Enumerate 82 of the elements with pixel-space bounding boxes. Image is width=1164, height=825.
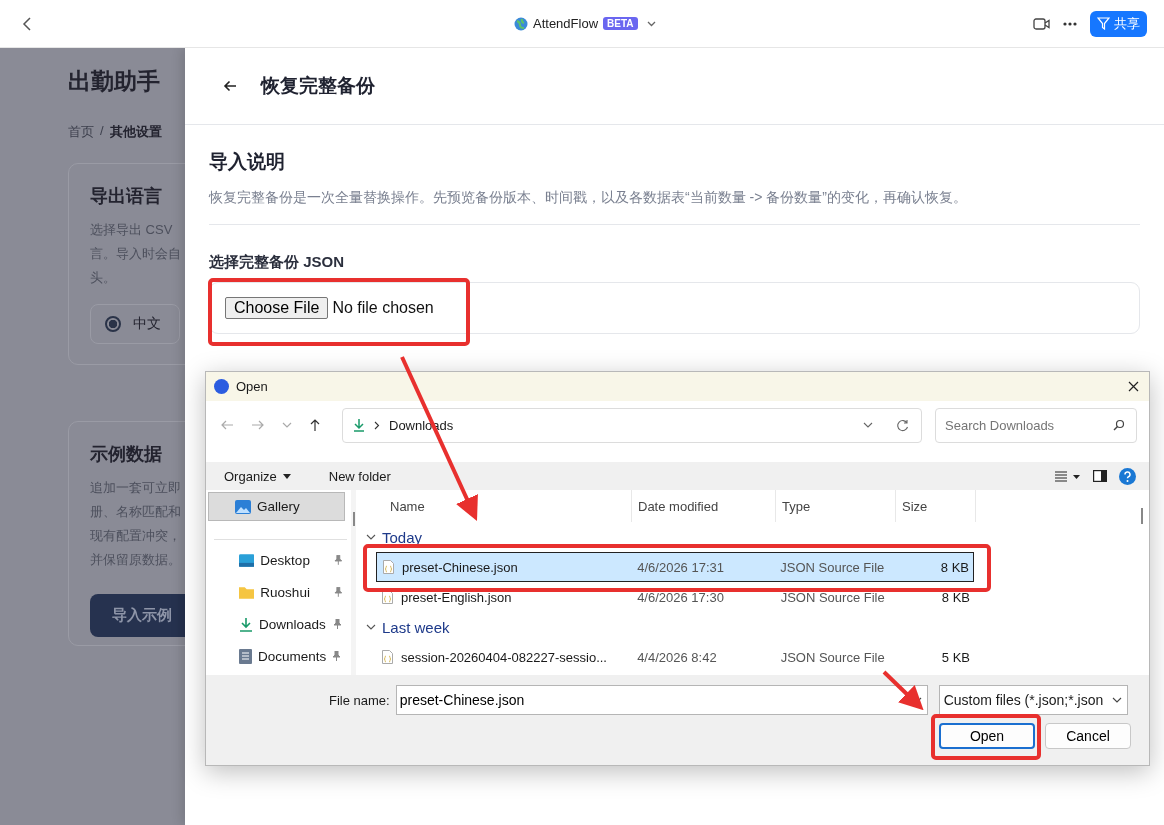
globe-icon [514,16,528,31]
preview-pane-icon[interactable] [1093,470,1107,482]
search-icon[interactable] [1113,418,1125,431]
group-header[interactable]: Today [360,522,1149,552]
file-row[interactable]: session-20260404-082227-sessio... 4/4/2026 8:42 JSON Source File 5 KB [376,642,974,672]
field-label: 选择完整备份 JSON [209,253,345,272]
share-button[interactable]: 共享 [1090,10,1147,37]
file-name: session-20260404-082227-sessio... [401,649,607,665]
file-size: 5 KB [940,649,971,665]
search-field[interactable]: Search Downloads [935,407,1137,443]
nav-item[interactable]: Downloads [206,608,343,640]
desktop-icon [239,553,255,567]
file-name-field[interactable]: preset-Chinese.json [395,685,928,715]
file-type: JSON Source File [779,649,886,665]
nav-label: Desktop [260,552,311,568]
file-row[interactable]: preset-English.json 4/6/2026 17:30 JSON Source File 8 KB [376,582,974,612]
section-title: 导入说明 [209,150,286,174]
nav-item[interactable]: Documents [206,640,343,672]
column-header[interactable]: Date modified [632,490,776,522]
nav-item[interactable]: Ruoshui [206,576,343,608]
choose-file-button[interactable]: Choose File [225,297,329,319]
open-button[interactable]: Open [939,723,1035,749]
card-title: 示例数据 [90,443,163,466]
file-row[interactable]: preset-Chinese.json 4/6/2026 17:31 JSON Source File 8 KB [376,552,974,582]
column-header[interactable]: Type [776,490,896,522]
up-arrow-icon[interactable] [309,418,321,432]
file-date: 4/6/2026 17:30 [636,589,725,605]
nav-label: Documents [258,648,327,664]
cancel-button[interactable]: Cancel [1045,723,1131,749]
section-description: 恢复完整备份是一次全量替换操作。先预览备份版本、时间戳，以及各数据表“当前数量 -> 备份数量”的变化，再确认恢复。 [209,189,968,207]
toolbar-button[interactable]: Organize [216,468,299,484]
file-icon [382,650,393,664]
dialog-title: Open [236,379,268,394]
app-icon [214,379,229,394]
card-title: 导出语言 [90,185,163,208]
group-header[interactable]: Last week [360,612,1149,642]
nav-item[interactable]: Desktop [206,544,343,576]
video-camera-icon[interactable] [1033,17,1050,30]
radio-option[interactable]: 中文 [90,304,180,344]
nav-item[interactable]: Gallery [208,492,345,521]
back-arrow-icon[interactable] [223,80,237,92]
view-list-icon[interactable] [1055,470,1081,482]
file-name: preset-Chinese.json [402,559,518,575]
file-status: No file chosen [332,299,434,317]
nav-label: Ruoshui [260,584,311,600]
document-icon [239,648,252,664]
toolbar-button[interactable]: New folder [320,468,399,484]
file-name-label: File name: [329,692,390,708]
folder-icon [239,585,255,599]
close-icon[interactable] [1128,381,1139,392]
beta-badge: BETA [603,17,638,30]
file-size: 8 KB [940,589,971,605]
column-header[interactable]: Size [896,490,976,522]
nav-label: Downloads [259,616,327,632]
help-icon[interactable] [1119,467,1136,485]
file-date: 4/4/2026 8:42 [636,649,718,665]
column-header[interactable]: Name [360,490,632,522]
caret-icon [282,473,291,479]
filter-icon [1097,17,1110,30]
file-type: JSON Source File [779,589,886,605]
panel-title: 恢复完整备份 [261,74,375,98]
radio-label: 中文 [133,315,161,333]
import-sample-button[interactable]: 导入示例 [90,594,185,637]
nav-label: Gallery [257,499,301,514]
caret-icon[interactable] [646,20,656,27]
breadcrumb-separator: / [100,123,104,140]
file-type: JSON Source File [779,559,886,575]
more-icon[interactable] [1063,21,1077,26]
file-size: 8 KB [939,559,970,575]
arrow [882,670,924,711]
file-icon [382,590,393,604]
page-title: 出勤助手 [68,67,161,96]
download-icon [239,616,253,632]
file-type-dropdown[interactable]: Custom files (*.json;*.json [938,685,1128,715]
file-date: 4/6/2026 17:31 [636,559,725,575]
gallery-icon [235,499,251,514]
radio-icon[interactable] [105,316,121,332]
breadcrumb-item: 其他设置 [109,123,162,141]
app-title: AttendFlow [533,16,599,31]
file-icon [383,560,394,574]
back-icon[interactable] [22,16,32,31]
file-name: preset-English.json [401,589,512,605]
